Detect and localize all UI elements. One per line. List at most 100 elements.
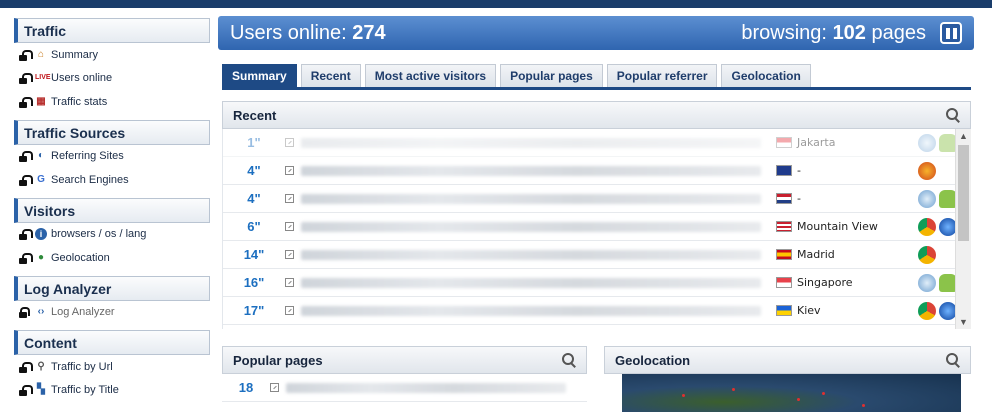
external-link-icon[interactable] [285,222,294,231]
tab-bar: Summary Recent Most active visitors Popu… [222,64,811,87]
tab-underline [222,87,971,90]
globe-icon: ● [37,251,45,263]
external-link-icon[interactable] [270,383,279,392]
geolocation-header: Geolocation [604,346,971,374]
location: - [776,164,916,177]
sidebar-item-search-engines[interactable]: G Search Engines [14,168,210,192]
external-link-icon[interactable] [285,278,294,287]
sidebar-item-referring-sites[interactable]: ◐ Referring Sites [14,145,210,169]
tab-summary[interactable]: Summary [222,64,297,87]
page-title-blurred[interactable] [301,165,761,176]
panel-title: Popular pages [233,352,323,368]
browsing-summary: browsing: 102 pages [741,22,926,45]
tab-most-active-visitors[interactable]: Most active visitors [364,64,497,87]
sidebar-item-label: browsers / os / lang [51,228,147,241]
page-title-blurred[interactable] [301,137,761,148]
table-row[interactable]: 17" Kiev [223,297,971,325]
unlock-icon [18,49,33,61]
sidebar-item-label: Log Analyzer [51,306,115,319]
external-link-icon[interactable] [285,306,294,315]
search-icon[interactable] [562,353,576,367]
table-row[interactable]: 16" Singapore [223,269,971,297]
title-icon: ▚ [37,384,45,396]
netherlands-flag-icon [776,193,792,204]
table-row[interactable]: 1" Jakarta [223,129,971,157]
unlock-icon [18,228,33,241]
live-icon: LIVE [35,74,51,82]
sidebar-heading: Log Analyzer [14,275,210,301]
table-row[interactable]: 4" - [223,157,971,185]
external-link-icon[interactable] [285,250,294,259]
sidebar-item-users-online[interactable]: LIVE Users online [14,67,210,91]
search-icon[interactable] [946,353,960,367]
sidebar-item-summary[interactable]: ⌂ Summary [14,43,210,67]
sidebar-item-browsers[interactable]: i browsers / os / lang [14,223,210,247]
view-count: 18 [238,380,254,395]
singapore-flag-icon [776,277,792,288]
page-title-blurred[interactable] [286,382,566,393]
time-ago: 4" [247,163,261,178]
tab-popular-pages[interactable]: Popular pages [500,64,603,87]
sidebar-item-log-analyzer[interactable]: ‹› Log Analyzer [14,301,210,325]
sidebar-item-label: Traffic by Url [51,360,113,373]
tab-geolocation[interactable]: Geolocation [721,64,811,87]
unlock-icon [18,96,33,108]
world-map[interactable] [622,374,961,412]
sidebar-item-label: Geolocation [51,251,110,264]
pause-button[interactable] [940,22,962,44]
page-title-blurred[interactable] [301,277,761,288]
scroll-up-icon[interactable]: ▲ [959,131,968,141]
unlock-icon [18,361,33,373]
sidebar-heading: Content [14,330,210,355]
unlock-icon [18,252,33,264]
list-item[interactable]: 18 [222,374,587,402]
recent-list: 1" Jakarta 4" - 4" - 6" Mountain View 14… [222,129,971,329]
sidebar-item-traffic-by-url[interactable]: ⚲ Traffic by Url [14,355,210,379]
external-link-icon[interactable] [285,166,294,175]
page-title-blurred[interactable] [301,305,761,316]
external-link-icon[interactable] [285,194,294,203]
australia-flag-icon [776,165,792,176]
users-online-label: Users online: [230,21,347,44]
location: Madrid [776,248,916,261]
tab-popular-referrer[interactable]: Popular referrer [606,64,718,87]
tab-recent[interactable]: Recent [300,64,361,87]
sidebar-item-traffic-by-title[interactable]: ▚ Traffic by Title [14,379,210,403]
scroll-down-icon[interactable]: ▼ [959,317,968,327]
recent-scrollbar[interactable]: ▲ ▼ [955,129,971,329]
page-title-blurred[interactable] [301,221,761,232]
recent-panel-header: Recent [222,101,971,129]
external-link-icon[interactable] [285,138,294,147]
users-online-summary: Users online: 274 [230,22,386,45]
users-online-count: 274 [352,21,386,44]
search-icon[interactable] [946,108,960,122]
ukraine-flag-icon [776,305,792,316]
location: - [776,192,916,205]
city-name: - [797,164,801,177]
city-name: Madrid [797,248,835,261]
chrome-icon [918,301,936,320]
sidebar-item-label: Search Engines [51,173,129,186]
sidebar-item-label: Traffic by Title [51,384,119,397]
top-strip [0,0,992,8]
sidebar-item-geolocation[interactable]: ● Geolocation [14,246,210,270]
usa-flag-icon [776,221,792,232]
time-ago: 17" [243,303,265,318]
page-title-blurred[interactable] [301,193,761,204]
city-name: Jakarta [797,136,836,149]
table-row[interactable]: 6" Mountain View [223,213,971,241]
scrollbar-thumb[interactable] [958,145,969,241]
sidebar-item-traffic-stats[interactable]: ▦ Traffic stats [14,90,210,114]
location: Jakarta [776,136,916,149]
table-row[interactable]: 14" Madrid [223,241,971,269]
page-title-blurred[interactable] [301,249,761,260]
browsing-count: 102 [832,21,866,44]
sidebar: Traffic ⌂ Summary LIVE Users online ▦ Tr… [14,18,210,408]
home-icon: ⌂ [37,48,45,60]
sidebar-item-label: Referring Sites [51,150,124,163]
recent-panel: Recent 1" Jakarta 4" - 4" - 6" Mountain … [222,101,971,329]
table-row[interactable]: 4" - [223,185,971,213]
popular-pages-panel: Popular pages 18 [222,346,587,402]
time-ago: 4" [247,191,261,206]
info-icon: i [35,228,47,241]
